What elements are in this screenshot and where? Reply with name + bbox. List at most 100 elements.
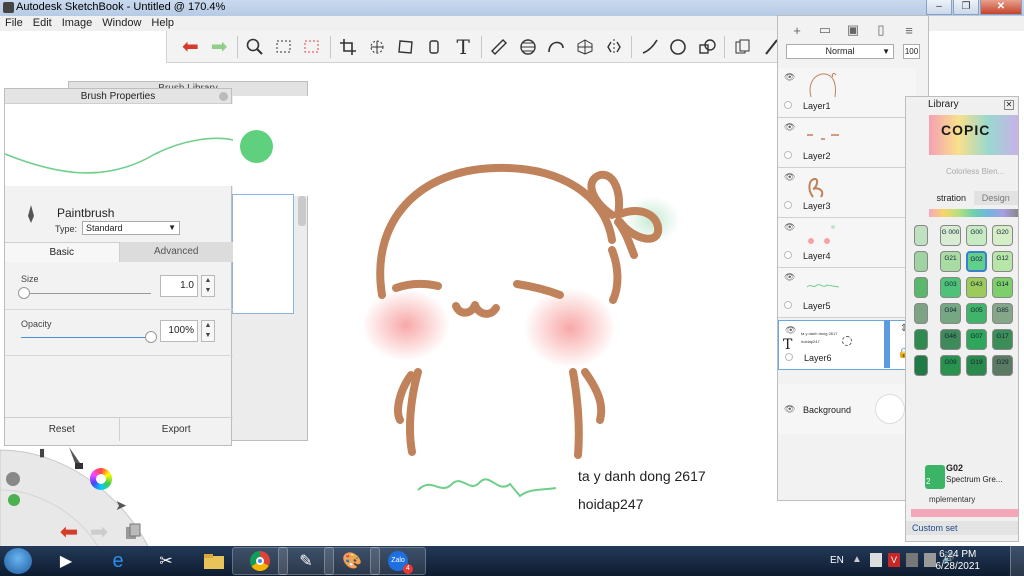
eye-icon[interactable]: 👁 xyxy=(784,222,795,233)
tab-basic[interactable]: Basic xyxy=(5,242,120,262)
tray-v-icon[interactable]: V xyxy=(888,553,900,567)
tray-clock[interactable]: 6:24 PM 6/28/2021 xyxy=(936,549,981,573)
layer-scroll-handle[interactable] xyxy=(884,320,890,368)
copic-swatch[interactable]: G14 xyxy=(992,277,1013,298)
eye-icon[interactable]: 👁 xyxy=(784,404,795,415)
size-input[interactable]: 1.0 xyxy=(160,275,198,297)
opacity-stepper[interactable]: ▲ ▼ xyxy=(201,320,215,342)
puck-icon[interactable] xyxy=(6,472,20,486)
background-color-swatch[interactable] xyxy=(875,394,905,424)
menu-image[interactable]: Image xyxy=(62,16,93,31)
copic-swatch[interactable]: G07 xyxy=(966,329,987,350)
copic-swatch[interactable]: G94 xyxy=(940,303,961,324)
blend-mode-select[interactable]: Normal ▼ xyxy=(786,44,894,59)
symmetry-icon[interactable] xyxy=(600,34,627,60)
start-button[interactable] xyxy=(4,548,32,574)
layer-row-selected[interactable]: 👁 ta y danh dong 2617 hoidap247 T Layer6 xyxy=(778,320,916,370)
brush-type-select[interactable]: Standard ▼ xyxy=(82,221,180,235)
line-icon[interactable] xyxy=(636,34,663,60)
copic-swatch[interactable]: G46 xyxy=(940,329,961,350)
layer-row[interactable]: 👁 Layer4 xyxy=(778,218,916,268)
copic-swatch[interactable]: G20 xyxy=(992,225,1013,246)
copic-swatch[interactable]: G85 xyxy=(992,303,1013,324)
copic-swatch[interactable] xyxy=(914,329,928,350)
transform-icon[interactable] xyxy=(363,34,390,60)
copic-swatch[interactable]: G43 xyxy=(966,277,987,298)
layer-row[interactable]: 👁 Layer5 xyxy=(778,268,916,318)
panel-close-icon[interactable] xyxy=(219,92,228,101)
colorless-blender[interactable]: Colorless Blen... xyxy=(946,167,1004,176)
add-layer-icon[interactable]: + xyxy=(786,23,808,38)
add-group-icon[interactable]: ▭ xyxy=(814,22,836,38)
tab-design[interactable]: Design xyxy=(973,191,1018,205)
pointer-icon[interactable]: ➤ xyxy=(112,496,130,514)
lagoon-undo-icon[interactable]: ⬅ xyxy=(56,519,82,544)
copic-swatch[interactable]: G 000 xyxy=(940,225,961,246)
copic-swatch[interactable]: G02 xyxy=(966,251,987,272)
lagoon-copy-icon[interactable] xyxy=(124,522,142,542)
size-stepper[interactable]: ▲ ▼ xyxy=(201,275,215,297)
layer-row[interactable]: 👁 Layer3 xyxy=(778,168,916,218)
layer-row[interactable]: 👁 Layer1 xyxy=(778,68,916,118)
menu-help[interactable]: Help xyxy=(151,16,174,31)
opacity-slider[interactable] xyxy=(21,337,151,338)
brush-library-scrollbar[interactable] xyxy=(298,196,306,226)
show-desktop-button[interactable] xyxy=(1010,546,1024,576)
custom-set-button[interactable]: Custom set xyxy=(906,521,1018,535)
copic-swatch[interactable]: G29 xyxy=(992,355,1013,376)
eye-icon[interactable]: 👁 xyxy=(785,325,796,336)
copic-swatch[interactable] xyxy=(914,225,928,246)
brush-tool-icon[interactable] xyxy=(66,446,84,470)
copic-swatch[interactable]: G03 xyxy=(940,277,961,298)
text-icon[interactable]: T xyxy=(450,34,477,60)
perspective-icon[interactable] xyxy=(572,34,599,60)
tab-advanced[interactable]: Advanced xyxy=(119,242,233,262)
eye-icon[interactable]: 👁 xyxy=(784,272,795,283)
delete-layer-icon[interactable]: ▯ xyxy=(870,22,892,38)
copic-swatch[interactable] xyxy=(914,251,928,272)
zoom-icon[interactable] xyxy=(241,34,268,60)
layer-select-radio[interactable] xyxy=(784,101,792,109)
lagoon-redo-icon[interactable]: ➡ xyxy=(86,519,112,544)
reset-button[interactable]: Reset xyxy=(5,418,119,441)
layer-select-radio[interactable] xyxy=(785,353,793,361)
copic-swatch[interactable]: G17 xyxy=(992,329,1013,350)
copic-swatch[interactable] xyxy=(914,303,928,324)
undo-icon[interactable]: ⬅ xyxy=(177,34,204,60)
layer-opacity-input[interactable]: 100 xyxy=(903,44,920,59)
select-lasso-icon[interactable] xyxy=(299,34,326,60)
copic-swatch[interactable]: G19 xyxy=(966,355,987,376)
layer-select-radio[interactable] xyxy=(784,301,792,309)
copy-icon[interactable] xyxy=(729,34,756,60)
layer-select-radio[interactable] xyxy=(784,151,792,159)
layer-menu-icon[interactable]: ≡ xyxy=(898,23,920,38)
layer-row[interactable]: 👁 Layer2 xyxy=(778,118,916,168)
menu-edit[interactable]: Edit xyxy=(33,16,52,31)
opacity-input[interactable]: 100% xyxy=(160,320,198,342)
eye-icon[interactable]: 👁 xyxy=(784,122,795,133)
menu-file[interactable]: File xyxy=(5,16,23,31)
close-icon[interactable]: ✕ xyxy=(1004,100,1014,110)
curve-icon[interactable] xyxy=(543,34,570,60)
layer-select-radio[interactable] xyxy=(784,251,792,259)
color-wheel-icon[interactable] xyxy=(90,468,112,490)
minimize-button[interactable]: – xyxy=(926,0,952,15)
tab-illustration[interactable]: stration xyxy=(929,191,974,205)
media-player-icon[interactable]: ▶ xyxy=(38,547,94,575)
shape-icon[interactable] xyxy=(694,34,721,60)
complementary-strip[interactable] xyxy=(911,509,1018,517)
size-slider[interactable] xyxy=(21,293,151,294)
add-image-icon[interactable]: ▣ xyxy=(842,22,864,38)
ellipse-guide-icon[interactable] xyxy=(514,34,541,60)
copic-swatch[interactable] xyxy=(914,277,928,298)
brush-library-list[interactable] xyxy=(232,194,294,314)
copic-swatch[interactable]: G09 xyxy=(940,355,961,376)
background-layer[interactable]: 👁 Background xyxy=(778,384,916,434)
copic-swatch[interactable]: G05 xyxy=(966,303,987,324)
circle-icon[interactable] xyxy=(665,34,692,60)
export-button[interactable]: Export xyxy=(118,418,234,441)
layer-select-radio[interactable] xyxy=(784,201,792,209)
eye-icon[interactable]: 👁 xyxy=(784,172,795,183)
distort-icon[interactable] xyxy=(392,34,419,60)
copic-swatch[interactable]: G12 xyxy=(992,251,1013,272)
